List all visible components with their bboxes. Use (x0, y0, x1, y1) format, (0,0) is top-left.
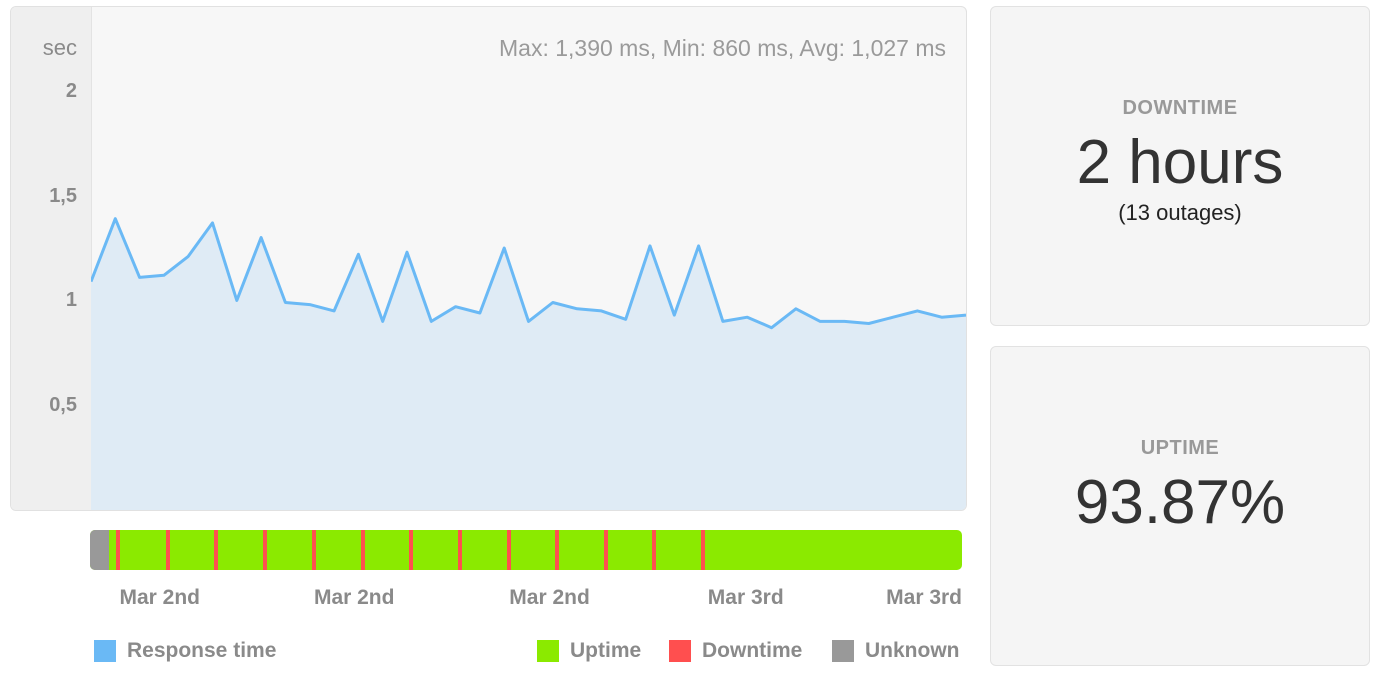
legend-swatch-downtime (669, 640, 691, 662)
downtime-marker (506, 530, 511, 570)
downtime-title: DOWNTIME (1122, 97, 1238, 119)
outage-count: (13 outages) (1118, 200, 1242, 225)
response-time-area (91, 218, 966, 510)
legend-swatch-uptime (537, 640, 559, 662)
uptime-value: 93.87% (1074, 468, 1286, 537)
downtime-marker (263, 530, 268, 570)
downtime-marker (652, 530, 657, 570)
legend-label: Uptime (570, 639, 642, 662)
downtime-marker (555, 530, 560, 570)
unknown-segment (90, 530, 110, 570)
downtime-marker (360, 530, 365, 570)
downtime-marker (408, 530, 413, 570)
legend-label: Downtime (702, 639, 803, 662)
x-tick: Mar 2nd (509, 586, 590, 609)
downtime-marker (312, 530, 317, 570)
x-tick: Mar 3rd (707, 586, 784, 609)
downtime-marker (115, 530, 120, 570)
legend-uptime: Uptime (537, 639, 641, 663)
uptime-title: UPTIME (1140, 437, 1220, 459)
x-tick: Mar 3rd (886, 586, 962, 609)
y-tick: 1,5 (49, 184, 77, 207)
downtime-value: 2 hours (1076, 128, 1284, 197)
downtime-card: DOWNTIME 2 hours (13 outages) (990, 6, 1370, 326)
downtime-marker (457, 530, 462, 570)
x-tick: Mar 2nd (313, 586, 395, 609)
legend-swatch-response-time (94, 640, 116, 662)
legend-label: Response time (127, 639, 277, 662)
x-tick: Mar 2nd (119, 586, 201, 609)
response-stats: Max: 1,390 ms, Min: 860 ms, Avg: 1,027 m… (499, 35, 946, 61)
y-tick: 2 (65, 79, 77, 102)
downtime-marker (701, 530, 706, 570)
downtime-marker (214, 530, 219, 570)
y-axis-unit: sec (42, 35, 77, 60)
uptime-card: UPTIME 93.87% (990, 346, 1370, 666)
y-axis: sec 2 1,5 1 0,5 (11, 7, 92, 510)
plot-area (91, 217, 966, 510)
downtime-marker (604, 530, 609, 570)
y-tick: 1 (65, 289, 77, 312)
downtime-marker (166, 530, 171, 570)
legend-downtime: Downtime (669, 639, 802, 663)
legend-unknown: Unknown (832, 639, 960, 663)
y-tick: 0,5 (49, 394, 77, 417)
response-time-chart: sec 2 1,5 1 0,5 Max: 1,390 ms, Min: 860 … (10, 6, 967, 511)
uptime-status-bar (90, 530, 962, 570)
legend-response-time: Response time (94, 639, 276, 663)
legend-swatch-unknown (832, 640, 854, 662)
legend-label: Unknown (865, 639, 960, 662)
